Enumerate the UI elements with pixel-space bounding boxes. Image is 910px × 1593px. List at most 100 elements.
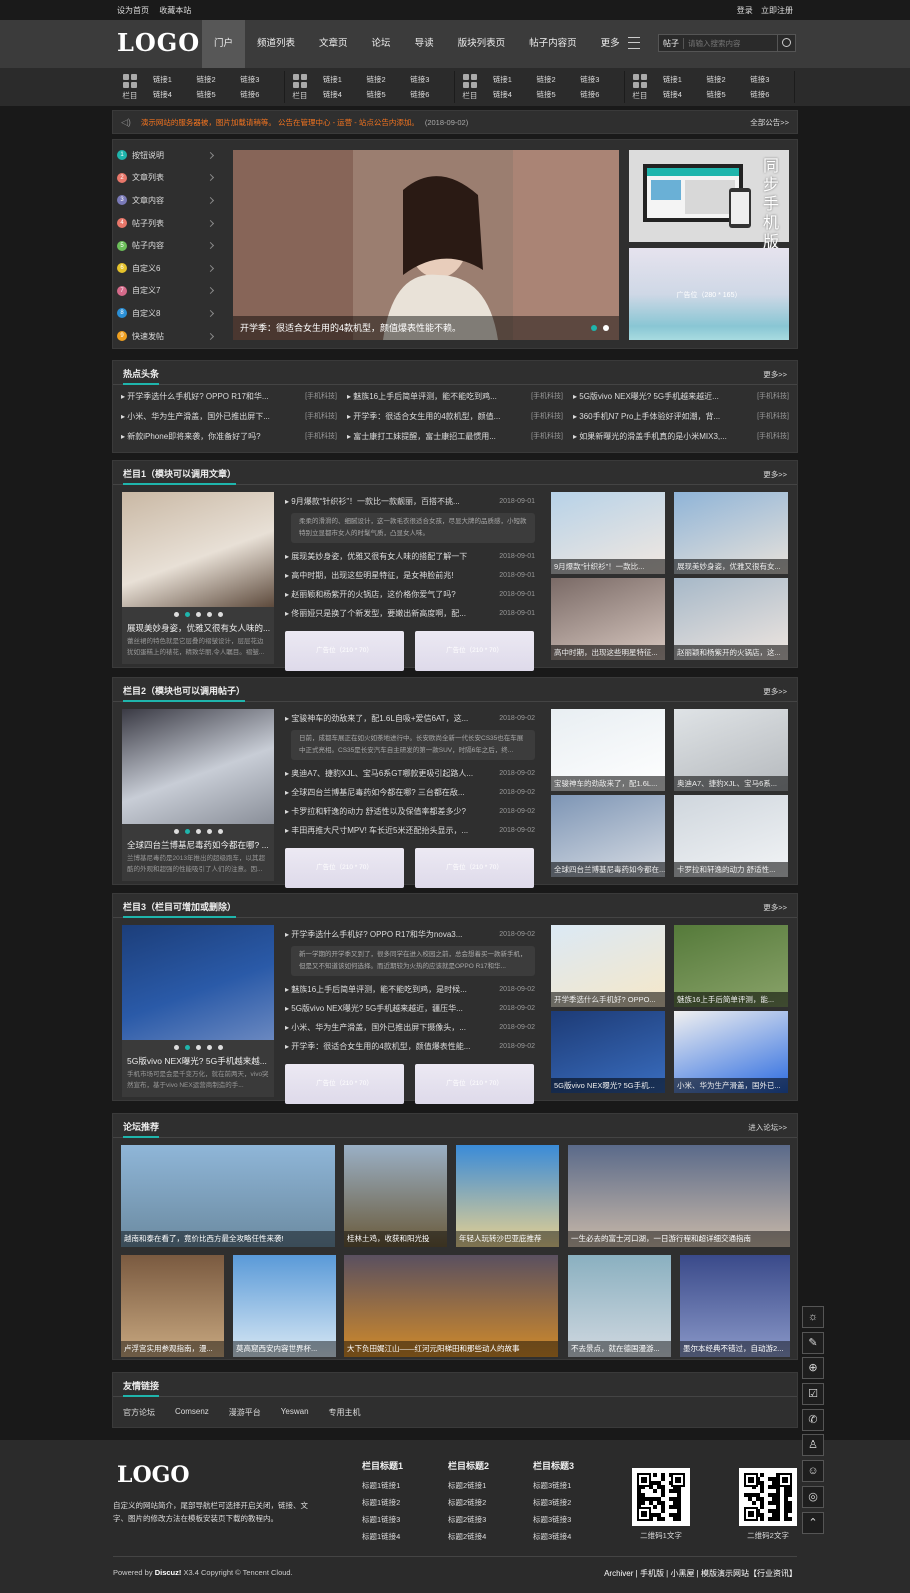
subnav-category[interactable]: 栏目 [625, 73, 655, 101]
thumb-card[interactable]: 小米、华为生产滑盖，国外已... [674, 1011, 788, 1093]
hot-item[interactable]: ▸ 魅族16上手后简单评测，能不能吃到鸡... [手机科技] [347, 391, 563, 402]
article-row[interactable]: 5G版vivo NEX曝光? 5G手机越来越近，疆压华... 2018-09-02 [285, 999, 535, 1018]
forum-card[interactable]: 不去景点，就在德国漫游... [568, 1255, 671, 1357]
forum-card[interactable]: 一生必去的富士河口湖，一日游行程和超详细交通指南 [568, 1145, 790, 1247]
subnav-link[interactable]: 链接5 [537, 89, 581, 100]
carousel-dot[interactable] [217, 1045, 223, 1050]
footer-link[interactable]: 标题2链接3 [448, 1511, 489, 1528]
side-menu-item[interactable]: 3 文章内容 [117, 189, 221, 212]
footer-link[interactable]: 标题2链接4 [448, 1528, 489, 1545]
carousel-dot[interactable] [195, 612, 201, 617]
article-row[interactable]: 开学季选什么手机好? OPPO R17和华为nova3... 2018-09-02 [285, 925, 535, 944]
side-menu-item[interactable]: 7 自定义7 [117, 280, 221, 303]
nav-portal[interactable]: 门户 [202, 20, 246, 68]
featured-card[interactable]: 展现美妙身姿，优雅又很有女人味的... 蕾丝裙的特色就是它层叠的褶皱设计，层层花边… [122, 492, 274, 664]
thumb-card[interactable]: 5G版vivo NEX曝光? 5G手机... [551, 1011, 665, 1093]
carousel-dot[interactable] [173, 829, 179, 834]
featured-title[interactable]: 展现美妙身姿，优雅又很有女人味的... [122, 617, 274, 634]
forum-card[interactable]: 莫高窟西安内容世界杯... [233, 1255, 336, 1357]
friend-link[interactable]: 专用主机 [329, 1407, 361, 1418]
article-row[interactable]: 小米、华为生产滑盖，国外已推出屏下摄像头，... 2018-09-02 [285, 1018, 535, 1037]
article-row[interactable]: 开学季：很适合女生用的4款机型，颜值爆表性能... 2018-09-02 [285, 1037, 535, 1056]
subnav-link[interactable]: 链接5 [367, 89, 411, 100]
slider-dot[interactable] [591, 325, 597, 331]
carousel-dot[interactable] [195, 1045, 201, 1050]
friend-link[interactable]: Comsenz [175, 1407, 209, 1418]
subnav-link[interactable]: 链接1 [153, 74, 197, 85]
subnav-link[interactable]: 链接3 [580, 74, 624, 85]
subnav-link[interactable]: 链接3 [240, 74, 284, 85]
subnav-link[interactable]: 链接2 [707, 74, 751, 85]
forum-card[interactable]: 大下负田娓江山——红河元阳梯田和那些动人的故事 [344, 1255, 558, 1357]
carousel-dot[interactable] [184, 612, 190, 617]
hot-item[interactable]: ▸ 小米、华为生产滑盖，国外已推出屏下... [手机科技] [121, 411, 337, 422]
ad-slot-210[interactable]: 广告位（210 * 70） [415, 631, 534, 671]
featured-card[interactable]: 全球四台兰博基尼毒药如今都在哪? ... 兰博基尼毒药是2013年推出的超级跑车，… [122, 709, 274, 881]
thumb-card[interactable]: 赵丽颖和杨紫开的火锅店，这... [674, 578, 788, 660]
hot-item[interactable]: ▸ 开学季选什么手机好? OPPO R17和华... [手机科技] [121, 391, 337, 402]
featured-title[interactable]: 5G版vivo NEX曝光? 5G手机越来越... [122, 1050, 274, 1067]
subnav-link[interactable]: 链接2 [197, 74, 241, 85]
subnav-link[interactable]: 链接4 [493, 89, 537, 100]
footer-link[interactable]: 标题2链接1 [448, 1477, 489, 1494]
article-row[interactable]: 佟丽娅只是换了个新发型，要嫩出新高度啊，配... 2018-09-01 [285, 604, 535, 623]
section-more-link[interactable]: 更多>> [763, 469, 787, 480]
forum-card[interactable]: 桂林土鸡，收获和阳光投 [344, 1145, 447, 1247]
carousel-dot[interactable] [206, 829, 212, 834]
nav-forum[interactable]: 论坛 [360, 20, 403, 68]
subnav-category[interactable]: 栏目 [455, 73, 485, 101]
register-link[interactable]: 立即注册 [761, 6, 793, 15]
carousel-dot[interactable] [206, 1045, 212, 1050]
nav-thread[interactable]: 帖子内容页 [517, 20, 589, 68]
carousel-dot[interactable] [184, 829, 190, 834]
friend-link[interactable]: 漫游平台 [229, 1407, 261, 1418]
forum-card[interactable]: 墨尔本经典不错过，自动游2... [680, 1255, 790, 1357]
friend-link[interactable]: 官方论坛 [123, 1407, 155, 1418]
discuz-link[interactable]: Discuz! [155, 1568, 182, 1577]
edit-icon[interactable]: ✎ [802, 1331, 824, 1354]
nav-guide[interactable]: 导读 [403, 20, 446, 68]
subnav-link[interactable]: 链接1 [663, 74, 707, 85]
article-row[interactable]: 赵丽颖和杨紫开的火锅店，这价格你爱气了吗? 2018-09-01 [285, 585, 535, 604]
menu-icon[interactable] [628, 37, 640, 49]
thumb-card[interactable]: 全球四台兰博基尼毒药如今都在... [551, 795, 665, 877]
notice-text[interactable]: 演示网站的服务器被，图片加载请稍等。 公告在管理中心 - 运营 - 站点公告内添… [141, 117, 419, 128]
ad-slot-210[interactable]: 广告位（210 * 70） [415, 848, 534, 888]
all-notices-link[interactable]: 全部公告>> [750, 117, 789, 128]
carousel-dot[interactable] [217, 612, 223, 617]
subnav-category[interactable]: 栏目 [115, 73, 145, 101]
carousel-dot[interactable] [173, 1045, 179, 1050]
ad-slot-210[interactable]: 广告位（210 * 70） [285, 631, 404, 671]
subnav-link[interactable]: 链接4 [153, 89, 197, 100]
footer-link[interactable]: 标题3链接2 [533, 1494, 574, 1511]
subnav-link[interactable]: 链接6 [410, 89, 454, 100]
footer-link[interactable]: 标题1链接2 [362, 1494, 403, 1511]
subnav-link[interactable]: 链接4 [663, 89, 707, 100]
footer-link[interactable]: 标题3链接4 [533, 1528, 574, 1545]
footer-logo[interactable]: LOGO [117, 1462, 190, 1488]
hot-more-link[interactable]: 更多>> [763, 369, 787, 380]
side-menu-item[interactable]: 8 自定义8 [117, 302, 221, 325]
slider-caption[interactable]: 开学季：很适合女生用的4款机型，颜值爆表性能不赖。 [233, 316, 619, 340]
subnav-link[interactable]: 链接3 [750, 74, 794, 85]
side-menu-item[interactable]: 6 自定义6 [117, 257, 221, 280]
hot-item[interactable]: ▸ 5G版vivo NEX曝光? 5G手机越来越近... [手机科技] [573, 391, 789, 402]
hot-item[interactable]: ▸ 如果新曝光的滑盖手机真的是小米MIX3,... [手机科技] [573, 431, 789, 442]
footer-link[interactable]: 标题3链接3 [533, 1511, 574, 1528]
phone-icon[interactable]: ✆ [802, 1408, 824, 1431]
mobile-promo[interactable]: 同步手机版 [629, 150, 789, 251]
thumb-card[interactable]: 高中时期，出现这些明星特征... [551, 578, 665, 660]
weibo-icon[interactable]: ◎ [802, 1485, 824, 1508]
subnav-link[interactable]: 链接4 [323, 89, 367, 100]
back-to-top-icon[interactable]: ⌃ [802, 1511, 824, 1534]
thumb-card[interactable]: 展现美妙身姿，优雅又很有女... [674, 492, 788, 574]
carousel-dot[interactable] [217, 829, 223, 834]
forum-more-link[interactable]: 进入论坛>> [748, 1122, 787, 1133]
article-row[interactable]: 奥迪A7、捷豹XJL、宝马6系GT哪款更吸引起路人... 2018-09-02 [285, 764, 535, 783]
subnav-link[interactable]: 链接5 [707, 89, 751, 100]
thumb-card[interactable]: 卡罗拉和轩逸的动力 舒适性... [674, 795, 788, 877]
forum-card[interactable]: 越南和泰在看了，竟价比西方最全攻略任性来袭! [121, 1145, 335, 1247]
footer-link[interactable]: 标题1链接3 [362, 1511, 403, 1528]
nav-board-list[interactable]: 版块列表页 [446, 20, 518, 68]
carousel-dot[interactable] [173, 612, 179, 617]
